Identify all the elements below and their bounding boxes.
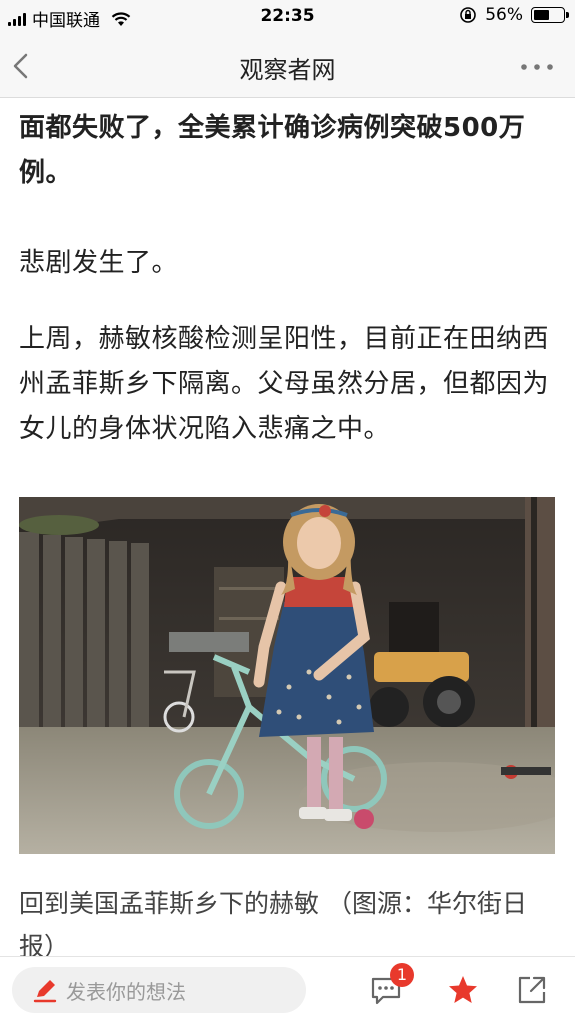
article-photo[interactable] [19,497,555,854]
more-options-icon[interactable] [519,62,555,72]
nav-bar: 观察者网 [0,34,575,98]
battery-percent: 56% [485,5,523,25]
page-title: 观察者网 [239,56,336,84]
status-right: 56% [459,5,569,25]
article-paragraph-1: 面都失败了，全美累计确诊病例突破500万例。 [19,113,526,188]
share-icon[interactable] [515,973,549,1007]
girl-with-bicycle-image [19,497,555,854]
article-paragraph-2: 悲剧发生了。 [19,248,179,278]
comment-placeholder: 发表你的想法 [66,979,186,1004]
battery-icon [531,7,569,23]
bottom-toolbar: 发表你的想法 1 [0,956,575,1024]
status-bar: 中国联通 22:35 56% [0,0,575,34]
pen-icon [33,980,57,1003]
rotation-lock-icon [460,7,477,23]
article-body: 面都失败了，全美累计确诊病例突破500万例。 悲剧发生了。 上周，赫敏核酸检测呈… [19,98,559,968]
comment-input[interactable]: 发表你的想法 [12,967,306,1013]
star-favorite-icon[interactable] [446,973,480,1007]
comment-count-badge: 1 [390,963,414,987]
article-paragraph-3: 上周，赫敏核酸检测呈阳性，目前正在田纳西州孟菲斯乡下隔离。父母虽然分居，但都因为… [19,324,550,444]
